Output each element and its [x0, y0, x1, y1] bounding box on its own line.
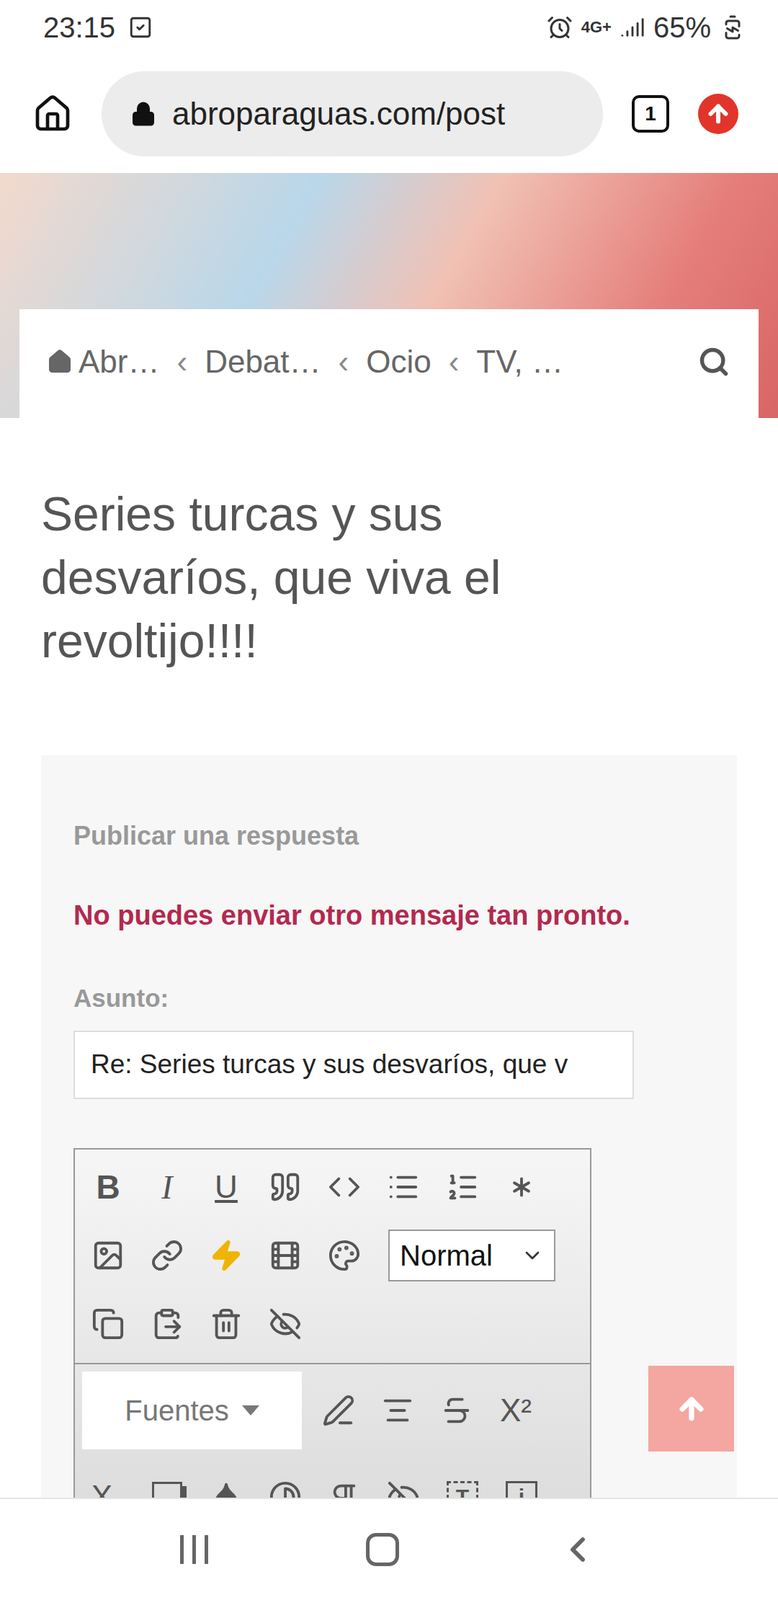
spoiler-button[interactable] [373, 1461, 433, 1497]
breadcrumbs: Abr… ‹ Debat… ‹ Ocio ‹ TV, … [41, 309, 737, 414]
scroll-top-button[interactable] [648, 1365, 735, 1451]
paste-icon [150, 1306, 184, 1340]
breadcrumb-item[interactable]: Ocio [365, 337, 431, 386]
paste-button[interactable] [137, 1289, 197, 1358]
palette-icon [327, 1238, 361, 1272]
network-type: 4G+ [581, 15, 612, 39]
video-button[interactable] [255, 1221, 315, 1290]
asterisk-icon [504, 1169, 539, 1204]
lock-icon [130, 100, 157, 127]
home-button[interactable] [365, 1532, 400, 1566]
droplet-icon [209, 1479, 243, 1498]
quote-icon [268, 1169, 302, 1204]
strikethrough-icon [440, 1393, 474, 1427]
contrast-icon [268, 1479, 302, 1498]
film-icon [268, 1238, 302, 1272]
breadcrumb-separator: ‹ [176, 337, 188, 386]
editor-toolbar: BIU Normal Fuentes X² X₂ Ti [73, 1147, 592, 1498]
quote-button[interactable] [255, 1152, 315, 1222]
contrast-button[interactable] [255, 1461, 315, 1497]
text-box-icon: T [446, 1480, 479, 1498]
code-button[interactable] [314, 1152, 374, 1222]
content-card: Abr… ‹ Debat… ‹ Ocio ‹ TV, … Series turcas y su… [19, 309, 759, 1497]
subject-label: Asunto: [73, 978, 705, 1018]
pen-icon [322, 1393, 356, 1427]
breadcrumb-separator: ‹ [338, 337, 350, 386]
breadcrumb-item[interactable]: Abr… [46, 337, 160, 386]
flash-button[interactable] [196, 1221, 256, 1290]
chevron-down-icon [520, 1243, 544, 1267]
italic-button[interactable]: I [137, 1152, 197, 1222]
text-box-button[interactable]: T [432, 1461, 493, 1497]
page: Abr… ‹ Debat… ‹ Ocio ‹ TV, … Series turcas y su… [0, 172, 778, 1497]
tab-count[interactable]: 1 [631, 95, 670, 133]
drop-button[interactable] [196, 1461, 256, 1497]
home-icon [32, 93, 73, 134]
color-button[interactable] [314, 1221, 374, 1290]
battery-icon [719, 14, 746, 41]
topic-title: Series turcas y sus desvaríos, que viva … [41, 413, 737, 755]
align-center-icon [381, 1393, 415, 1427]
eye-off-icon [386, 1479, 420, 1498]
align-button[interactable] [368, 1375, 428, 1444]
pilcrow-icon [327, 1479, 361, 1498]
back-icon[interactable] [557, 1528, 598, 1569]
image-icon [91, 1238, 125, 1272]
ordered-list-button[interactable] [432, 1152, 493, 1222]
copy-button[interactable] [78, 1289, 138, 1358]
reply-panel: Publicar una respuesta No puedes enviar o… [41, 754, 737, 1497]
recent-apps-button[interactable] [180, 1534, 209, 1564]
info-box-icon: i [505, 1480, 538, 1498]
subject-input[interactable]: Re: Series turcas y sus desvaríos, que v [73, 1030, 634, 1099]
copy-icon [91, 1306, 125, 1340]
asterisk-button[interactable] [492, 1152, 552, 1222]
image-button[interactable] [78, 1221, 138, 1290]
screen: 23:15 4G+ 65% abroparaguas.com/post 1 Abr… ‹ De… [0, 0, 778, 1600]
url-text: abroparaguas.com/post [172, 90, 505, 138]
eye-off-icon [268, 1306, 302, 1340]
superscript-button[interactable]: X² [486, 1375, 546, 1444]
caret-down-icon [242, 1404, 260, 1415]
url-field[interactable]: abroparaguas.com/post [101, 71, 603, 157]
browser-bar: abroparaguas.com/post 1 [0, 54, 778, 173]
flash-icon [209, 1238, 243, 1272]
home-icon [46, 348, 73, 375]
notification-icon [128, 15, 153, 40]
info-box-button[interactable]: i [492, 1461, 552, 1497]
font-size-select[interactable]: Normal [388, 1228, 556, 1281]
alarm-icon [546, 14, 573, 41]
reply-heading: Publicar una respuesta [73, 816, 705, 856]
subscript-button[interactable]: X₂ [78, 1461, 138, 1497]
breadcrumb-item[interactable]: TV, … [476, 337, 564, 386]
highlight-button[interactable] [309, 1375, 369, 1444]
arrow-up-icon [705, 100, 732, 127]
link-button[interactable] [137, 1221, 197, 1290]
status-bar: 23:15 4G+ 65% [0, 0, 778, 55]
signal-icon [620, 15, 645, 40]
hide-button[interactable] [255, 1289, 315, 1358]
direction-button[interactable] [314, 1461, 374, 1497]
code-icon [327, 1169, 361, 1204]
clock: 23:15 [43, 5, 116, 49]
ordered-list-icon [445, 1169, 480, 1204]
breadcrumb-separator: ‹ [448, 337, 460, 386]
delete-button[interactable] [196, 1289, 256, 1358]
error-message: No puedes enviar otro mensaje tan pronto… [73, 894, 705, 936]
fonts-dropdown[interactable]: Fuentes [82, 1370, 302, 1449]
shadow-box-icon [151, 1481, 183, 1498]
list-button[interactable] [373, 1152, 433, 1222]
battery-level: 65% [653, 5, 712, 49]
list-icon [386, 1169, 420, 1204]
breadcrumb-item[interactable]: Debat… [204, 337, 321, 386]
update-button[interactable] [698, 93, 739, 134]
bold-button[interactable]: B [78, 1152, 138, 1222]
trash-icon [209, 1306, 243, 1340]
underline-button[interactable]: U [196, 1152, 256, 1222]
link-icon [150, 1238, 184, 1272]
navigation-bar [0, 1496, 778, 1600]
strikethrough-button[interactable] [427, 1375, 487, 1444]
arrow-up-icon [675, 1392, 708, 1425]
shadow-button[interactable] [137, 1461, 197, 1497]
search-icon[interactable] [698, 345, 730, 378]
